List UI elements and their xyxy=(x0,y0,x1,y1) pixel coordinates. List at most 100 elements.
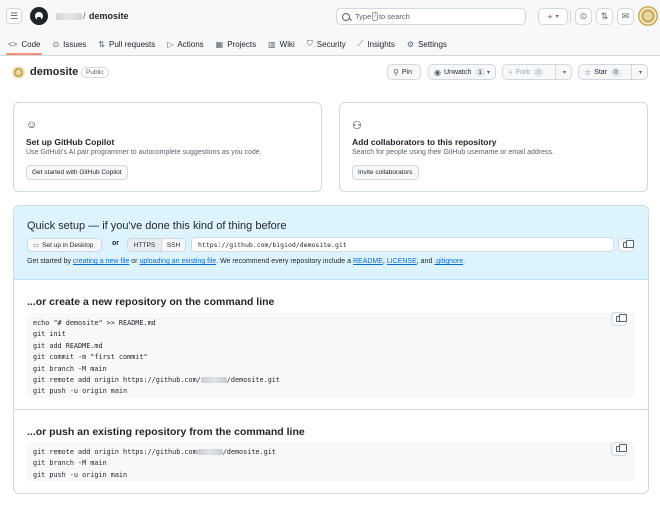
tab-code[interactable]: <> Code xyxy=(5,33,43,55)
create-new-button[interactable]: + ▾ xyxy=(538,8,568,25)
license-link[interactable]: LICENSE xyxy=(387,258,417,265)
star-count: 0 xyxy=(611,67,621,77)
collaborators-card: ⚇ Add collaborators to this repository S… xyxy=(339,102,648,192)
quick-setup-panel: Quick setup — if you've done this kind o… xyxy=(13,205,649,494)
pin-button[interactable]: ⚲ Pin xyxy=(387,64,421,80)
table-icon: ▦ xyxy=(215,39,224,49)
github-logo-icon[interactable] xyxy=(30,7,48,25)
tab-insights-label: Insights xyxy=(367,39,395,49)
quick-setup-title: Quick setup — if you've done this kind o… xyxy=(27,220,287,232)
fork-icon: ⑂ xyxy=(508,67,513,77)
get-started-copilot-button[interactable]: Get started with GitHub Copilot xyxy=(26,165,128,180)
copy-icon xyxy=(616,314,627,322)
unwatch-label: Unwatch xyxy=(443,68,472,76)
code-line-suffix: /demosite.git xyxy=(222,448,276,456)
help-text: . We recommend every repository include … xyxy=(216,258,353,265)
tab-settings-label: Settings xyxy=(418,39,447,49)
visibility-badge: Public xyxy=(81,67,109,78)
repo-owner-avatar[interactable] xyxy=(12,66,25,79)
button-divider xyxy=(631,65,632,79)
pin-icon: ⚲ xyxy=(393,67,399,77)
collaborators-card-description: Search for people using their GitHub use… xyxy=(352,149,554,156)
issue-icon: ⊙ xyxy=(579,11,588,21)
pull-requests-button[interactable]: ⇅ xyxy=(596,8,613,25)
tab-pull-requests-label: Pull requests xyxy=(109,39,156,49)
fork-label: Fork xyxy=(515,68,530,76)
search-icon xyxy=(342,12,350,21)
tab-issues[interactable]: ⊙ Issues xyxy=(52,33,86,55)
play-icon: ▷ xyxy=(167,39,174,49)
copy-url-button[interactable] xyxy=(618,238,634,252)
help-text: Get started by xyxy=(27,258,73,265)
repo-title[interactable]: demosite xyxy=(30,66,78,78)
quick-setup-header: Quick setup — if you've done this kind o… xyxy=(14,206,648,280)
code-icon: <> xyxy=(8,39,18,49)
readme-link[interactable]: README xyxy=(353,258,383,265)
new-repo-commands: echo "# demosite" >> README.md git init … xyxy=(27,313,635,398)
search-placeholder-prefix: Type xyxy=(355,12,372,21)
code-line: git commit -m "first commit" xyxy=(33,353,148,362)
issue-icon: ⊙ xyxy=(52,39,60,49)
copy-push-commands-button[interactable] xyxy=(611,442,627,456)
setup-in-desktop-button[interactable]: ▭ Set up in Desktop xyxy=(27,238,102,252)
tab-actions[interactable]: ▷ Actions xyxy=(167,33,203,55)
code-line: git remote add origin https://github.com xyxy=(33,448,197,456)
upload-existing-file-link[interactable]: uploading an existing file xyxy=(139,258,216,265)
unwatch-button[interactable]: ◉ Unwatch 1 ▾ xyxy=(428,64,496,80)
collaborators-card-title: Add collaborators to this repository xyxy=(352,137,497,147)
gear-icon: ⚙ xyxy=(406,39,415,49)
tab-insights[interactable]: ⟋ Insights xyxy=(358,33,395,55)
desktop-icon: ▭ xyxy=(33,242,40,249)
notifications-button[interactable]: ✉ xyxy=(617,8,634,25)
search-input[interactable]: Type / to search xyxy=(336,8,526,25)
code-line: git push -u origin main xyxy=(33,470,128,479)
star-icon: ☆ xyxy=(584,67,592,77)
copilot-icon: ☺ xyxy=(26,119,38,131)
tab-security[interactable]: ⛉ Security xyxy=(307,33,346,55)
code-line: echo "# demosite" >> README.md xyxy=(33,319,156,327)
breadcrumb-separator: / xyxy=(83,11,86,21)
fork-button[interactable]: ⑂ Fork 0 ▾ xyxy=(502,64,572,80)
or-label: or xyxy=(112,240,119,247)
https-toggle[interactable]: HTTPS xyxy=(127,238,162,252)
create-new-file-link[interactable]: creating a new file xyxy=(73,258,129,265)
pull-request-icon: ⇅ xyxy=(600,11,609,21)
tab-wiki-label: Wiki xyxy=(279,39,295,49)
watch-count: 1 xyxy=(475,67,485,77)
copy-new-repo-commands-button[interactable] xyxy=(611,312,627,326)
tab-actions-label: Actions xyxy=(177,39,204,49)
issues-button[interactable]: ⊙ xyxy=(575,8,592,25)
star-label: Star xyxy=(594,68,608,76)
chevron-down-icon[interactable]: ▾ xyxy=(487,69,490,76)
search-shortcut-key: / xyxy=(372,12,378,21)
owner-name-redacted[interactable] xyxy=(56,13,82,20)
ssh-toggle[interactable]: SSH xyxy=(161,238,186,252)
push-existing-section-title: ...or push an existing repository from t… xyxy=(27,426,305,438)
invite-collaborators-button[interactable]: Invite collaborators xyxy=(352,165,419,180)
code-line: git remote add origin https://github.com… xyxy=(33,376,201,385)
user-avatar[interactable] xyxy=(638,6,658,26)
person-add-icon: ⚇ xyxy=(352,120,362,132)
tab-settings[interactable]: ⚙ Settings xyxy=(407,33,447,55)
tab-pull-requests[interactable]: ⇅ Pull requests xyxy=(98,33,155,55)
star-button[interactable]: ☆ Star 0 ▾ xyxy=(578,64,648,80)
tab-projects[interactable]: ▦ Projects xyxy=(216,33,256,55)
app-header: ☰ / demosite Type / to search + ▾ ⊙ ⇅ ✉ … xyxy=(0,0,660,56)
breadcrumb-repo-link[interactable]: demosite xyxy=(89,11,129,21)
chevron-down-icon[interactable]: ▾ xyxy=(563,69,566,76)
new-repo-section-title: ...or create a new repository on the com… xyxy=(27,296,275,308)
tab-security-label: Security xyxy=(316,39,346,49)
book-icon: ▥ xyxy=(268,39,276,49)
copilot-card-description: Use GitHub's AI pair programmer to autoc… xyxy=(26,149,262,156)
setup-in-desktop-label: Set up in Desktop xyxy=(42,241,94,249)
clone-url-input[interactable]: https://github.com/bigiod/demosite.git xyxy=(191,237,614,252)
menu-icon[interactable]: ☰ xyxy=(6,8,22,24)
copy-icon xyxy=(623,240,634,248)
help-text: , and xyxy=(416,258,435,265)
shield-icon: ⛉ xyxy=(306,39,313,48)
copy-icon xyxy=(616,444,627,452)
tab-wiki[interactable]: ▥ Wiki xyxy=(268,33,295,55)
gitignore-link[interactable]: .gitignore xyxy=(434,258,463,265)
chevron-down-icon[interactable]: ▾ xyxy=(639,69,642,76)
graph-icon: ⟋ xyxy=(357,39,364,48)
